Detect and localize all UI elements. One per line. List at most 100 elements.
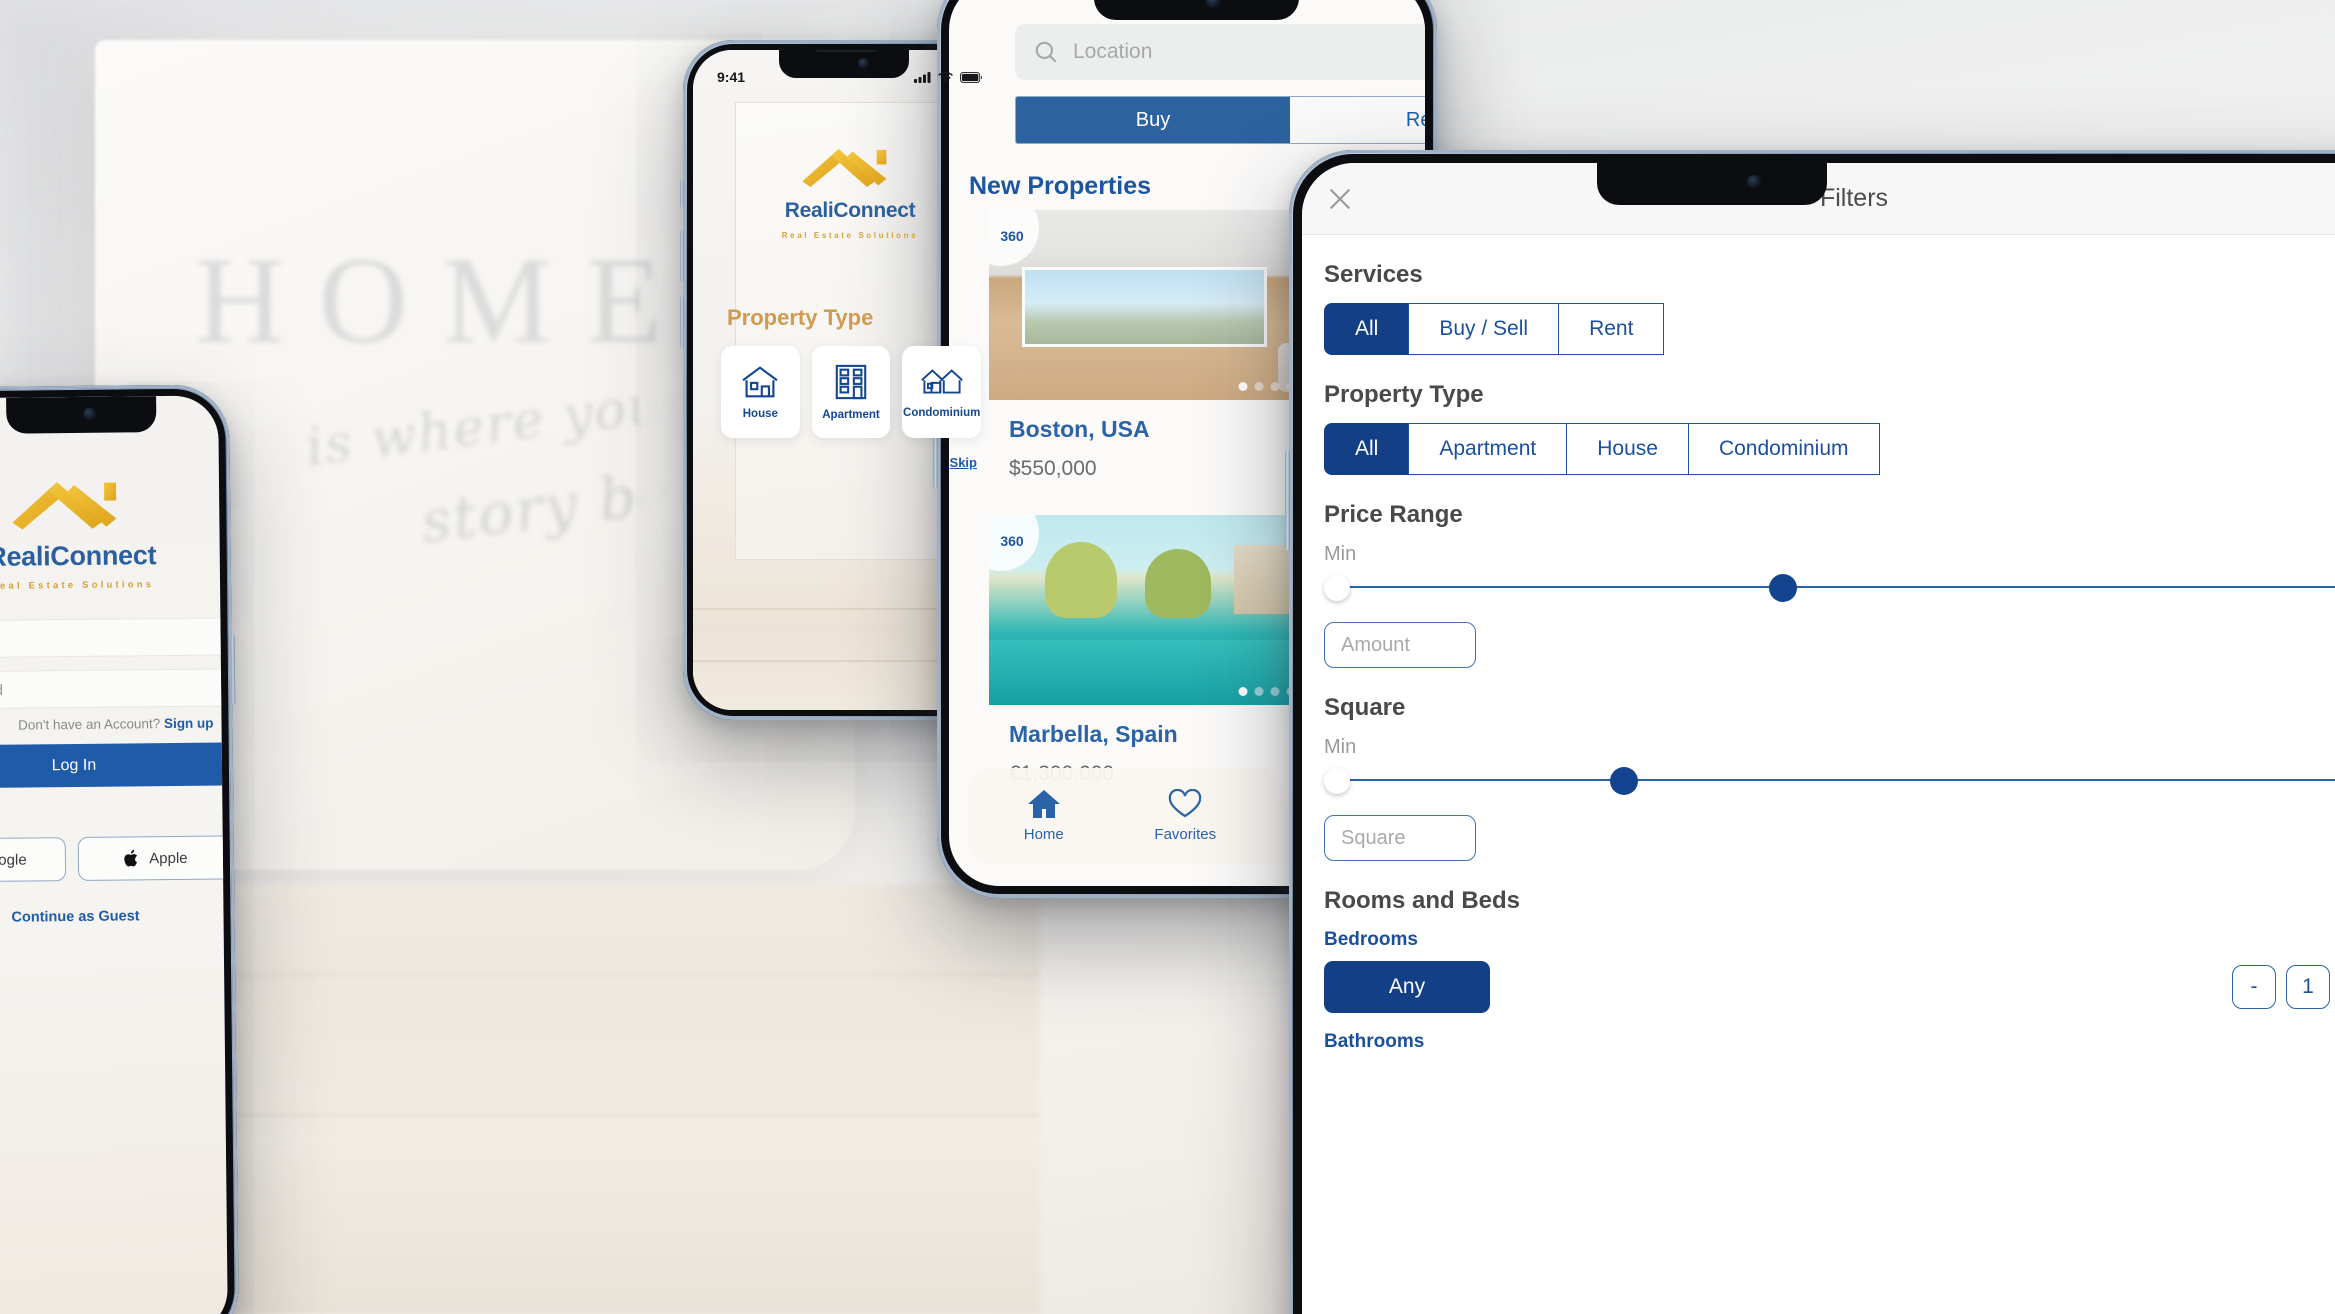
price-amount-input[interactable]: Amount	[1324, 622, 1476, 668]
listing-price: $550,000	[1009, 457, 1097, 480]
service-option-all[interactable]: All	[1324, 303, 1409, 355]
signup-row: Don't have an Account? Sign up	[18, 716, 214, 733]
property-type-options: House Apartment Condominium	[721, 346, 982, 438]
power-button[interactable]	[230, 634, 236, 705]
bedrooms-stepper: - 1 +	[2232, 965, 2335, 1009]
close-icon[interactable]	[1326, 185, 1354, 213]
password-field[interactable]: Password	[0, 668, 222, 710]
showcase-scene: HOME is where your story begins RealiCon…	[0, 0, 2335, 1314]
login-phone-mockup: RealiConnect Real Estate Solutions Email…	[0, 384, 240, 1314]
tab-favorites[interactable]: Favorites	[1115, 789, 1257, 843]
service-option-rent[interactable]: Rent	[1558, 303, 1665, 355]
photo-carousel-dots[interactable]	[1238, 382, 1296, 391]
price-slider-track	[1334, 586, 2335, 588]
wifi-icon	[938, 71, 953, 82]
status-time: 9:41	[717, 69, 746, 85]
rooms-and-beds-heading: Rooms and Beds	[1324, 887, 1521, 914]
password-placeholder: Password	[0, 681, 4, 699]
volume-button[interactable]	[1285, 450, 1290, 550]
location-search-bar[interactable]: Location	[1015, 24, 1425, 80]
earpiece-speaker	[815, 50, 877, 52]
signup-link[interactable]: Sign up	[164, 716, 214, 732]
square-slider-min-handle[interactable]	[1324, 768, 1350, 794]
volume-up-button[interactable]	[680, 230, 684, 282]
badge-360-label: 360	[1000, 533, 1024, 549]
heart-icon	[1169, 789, 1202, 818]
price-amount-placeholder: Amount	[1341, 633, 1410, 656]
google-login-button[interactable]: Google	[0, 837, 67, 883]
bedrooms-count-value: 1	[2286, 965, 2330, 1009]
property-type-heading: Property Type	[1324, 381, 1484, 408]
property-type-house-label: House	[742, 407, 778, 420]
tab-home[interactable]: Home	[973, 789, 1115, 843]
signal-icon	[914, 71, 931, 83]
price-range-slider[interactable]	[1324, 570, 2335, 604]
house-icon	[742, 365, 778, 397]
photo-carousel-dots[interactable]	[1238, 687, 1296, 696]
property-type-condominium[interactable]: Condominium	[902, 346, 982, 438]
tab-home-label: Home	[1023, 826, 1064, 843]
apple-login-button[interactable]: Apple	[77, 835, 228, 881]
price-slider-max-handle[interactable]	[1769, 574, 1798, 602]
service-option-buy-sell[interactable]: Buy / Sell	[1408, 303, 1559, 355]
phone-notch	[1597, 163, 1827, 205]
phone-notch	[779, 50, 909, 78]
filters-title: Filters	[1819, 184, 1889, 212]
scroll-fade	[1302, 1275, 2335, 1305]
bedrooms-any-button[interactable]: Any	[1324, 961, 1490, 1013]
signup-prompt: Don't have an Account?	[17, 716, 161, 733]
front-camera-icon	[858, 58, 869, 69]
apple-icon	[124, 849, 138, 867]
condominium-icon	[920, 368, 963, 394]
roof-logo-icon	[802, 149, 887, 187]
tab-buy[interactable]: Buy	[1016, 97, 1290, 143]
bedrooms-label: Bedrooms	[1324, 929, 1418, 950]
square-input[interactable]: Square	[1324, 815, 1476, 861]
social-login-row: Google Apple	[0, 835, 228, 883]
mute-switch[interactable]	[680, 180, 684, 208]
volume-down-button[interactable]	[680, 296, 684, 348]
property-option-all[interactable]: All	[1324, 423, 1409, 475]
price-min-label: Min	[1324, 543, 1357, 565]
property-type-apartment[interactable]: Apartment	[811, 346, 891, 438]
continue-as-guest-link[interactable]: Continue as Guest	[0, 907, 224, 926]
property-option-condominium[interactable]: Condominium	[1687, 423, 1880, 475]
google-label: Google	[0, 851, 27, 869]
tab-favorites-label: Favorites	[1154, 826, 1217, 843]
square-slider-max-handle[interactable]	[1610, 767, 1639, 795]
services-options: All Buy / Sell Rent	[1324, 303, 2335, 355]
battery-icon	[960, 71, 983, 83]
background-word-home: HOME	[195, 232, 697, 369]
location-input-placeholder: Location	[1073, 40, 1153, 63]
services-heading: Services	[1324, 261, 1423, 288]
apartment-building-icon	[835, 364, 867, 399]
apple-label: Apple	[149, 849, 188, 867]
bedrooms-decrement-button[interactable]: -	[2232, 965, 2276, 1009]
price-slider-min-handle[interactable]	[1324, 575, 1350, 601]
brand-tagline: Real Estate Solutions	[0, 579, 155, 592]
filters-footer: Reset All Apply	[1302, 1305, 2335, 1314]
tab-rent[interactable]: Rent	[1290, 97, 1425, 143]
square-slider-track	[1334, 779, 2335, 781]
onboarding-logo: RealiConnect Real Estate Solutions	[693, 145, 1007, 240]
filters-screen: Filters Services All Buy / Sell Rent Pro…	[1302, 163, 2335, 1314]
login-logo: RealiConnect Real Estate Solutions	[0, 475, 220, 592]
price-range-heading: Price Range	[1324, 501, 1463, 528]
property-option-house[interactable]: House	[1566, 423, 1688, 475]
phone-notch	[1094, 0, 1299, 20]
property-type-apartment-label: Apartment	[822, 408, 880, 421]
square-heading: Square	[1324, 694, 1406, 721]
front-camera-icon	[83, 407, 97, 421]
email-field[interactable]: Email	[0, 617, 221, 659]
skip-link[interactable]: Skip	[950, 455, 977, 470]
square-min-label: Min	[1324, 736, 1357, 758]
roof-logo-icon	[12, 482, 117, 530]
property-type-house[interactable]: House	[721, 346, 800, 438]
property-type-condominium-label: Condominium	[903, 406, 981, 419]
phone-notch	[6, 396, 157, 434]
property-type-options: All Apartment House Condominium	[1324, 423, 2335, 475]
property-option-apartment[interactable]: Apartment	[1408, 423, 1567, 475]
square-slider[interactable]	[1324, 763, 2335, 797]
brand-name: RealiConnect	[0, 540, 157, 572]
login-button[interactable]: Log In	[0, 742, 228, 789]
